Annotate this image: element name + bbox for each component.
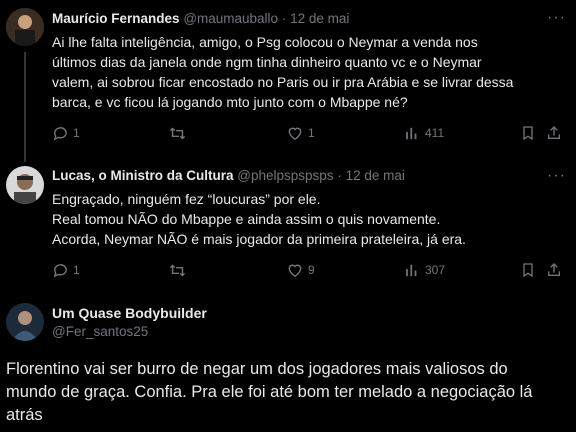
user-handle[interactable]: @Fer_santos25: [52, 324, 148, 339]
heart-icon: [288, 127, 302, 140]
tweet-text-line: Engraçado, ninguém fez “loucuras” por el…: [52, 191, 321, 207]
retweet-button[interactable]: [168, 123, 191, 143]
tweet-actions: 1 9 307: [52, 260, 562, 280]
share-button[interactable]: [546, 123, 562, 143]
tweet-header: Lucas, o Ministro da Cultura @phelpspsps…: [52, 168, 405, 183]
reply-count: 1: [73, 126, 80, 140]
tweet-text-line: valem, ai sobrou ficar encostado no Pari…: [52, 74, 514, 90]
bookmark-icon: [523, 126, 533, 141]
more-options-icon[interactable]: ···: [547, 10, 566, 26]
share-icon: [548, 263, 560, 276]
main-tweet-text: Florentino vai ser burro de negar um dos…: [6, 358, 566, 427]
avatar[interactable]: [6, 303, 44, 341]
retweet-button[interactable]: [168, 260, 191, 280]
tweet-date[interactable]: 12 de mai: [290, 11, 349, 26]
user-handle[interactable]: @phelpspspsps: [237, 168, 333, 183]
like-button[interactable]: 1: [286, 123, 315, 143]
retweet-icon: [169, 264, 186, 276]
views-button[interactable]: 307: [404, 260, 445, 280]
separator: ·: [281, 11, 287, 26]
tweet-text-line: últimos dias da janela onde ngm tinha di…: [52, 54, 482, 70]
bookmark-button[interactable]: [520, 123, 536, 143]
tweet-text-line: Florentino vai ser burro de negar um dos…: [6, 360, 508, 378]
like-button[interactable]: 9: [286, 260, 315, 280]
tweet-text-line: Real tomou NÃO do Mbappe e ainda assim o…: [52, 211, 441, 227]
retweet-icon: [169, 127, 186, 139]
tweet-1[interactable]: Maurício Fernandes @maumauballo · 12 de …: [0, 0, 576, 160]
tweet-text-line: Acorda, Neymar NÃO é mais jogador da pri…: [52, 231, 466, 247]
views-button[interactable]: 411: [404, 123, 444, 143]
views-icon: [406, 127, 417, 139]
views-icon: [406, 264, 417, 276]
views-count: 411: [425, 126, 445, 140]
like-count: 1: [308, 126, 315, 140]
display-name[interactable]: Um Quase Bodybuilder: [52, 305, 207, 321]
bookmark-button[interactable]: [520, 260, 536, 280]
reply-count: 1: [73, 263, 80, 277]
display-name[interactable]: Lucas, o Ministro da Cultura: [52, 168, 234, 183]
tweet-header: Maurício Fernandes @maumauballo · 12 de …: [52, 11, 349, 26]
tweet-text: Ai lhe falta inteligência, amigo, o Psg …: [52, 32, 557, 112]
reply-icon: [53, 126, 67, 141]
tweet-text-line: mundo de graça. Confia. Pra ele foi até …: [6, 383, 533, 401]
tweet-date[interactable]: 12 de mai: [346, 168, 405, 183]
tweet-text-line: barca, e vc ficou lá jogando mto junto c…: [52, 94, 408, 110]
tweet-actions: 1 1 411: [52, 123, 562, 143]
share-button[interactable]: [546, 260, 562, 280]
display-name[interactable]: Maurício Fernandes: [52, 11, 180, 26]
user-handle[interactable]: @maumauballo: [183, 11, 278, 26]
avatar[interactable]: [6, 8, 44, 46]
tweet-text: Engraçado, ninguém fez “loucuras” por el…: [52, 189, 557, 249]
more-options-icon[interactable]: ···: [547, 168, 566, 184]
separator: ·: [337, 168, 342, 183]
like-count: 9: [308, 263, 315, 277]
tweet-text-line: atrás: [6, 406, 43, 424]
avatar[interactable]: [6, 166, 44, 204]
reply-icon: [53, 263, 67, 278]
reply-button[interactable]: 1: [52, 123, 80, 143]
views-count: 307: [425, 263, 446, 277]
reply-button[interactable]: 1: [52, 260, 80, 280]
heart-icon: [288, 264, 302, 277]
tweet-text-line: Ai lhe falta inteligência, amigo, o Psg …: [52, 34, 478, 50]
tweet-2[interactable]: Lucas, o Ministro da Cultura @phelpspsps…: [0, 160, 576, 290]
share-icon: [548, 126, 560, 139]
bookmark-icon: [523, 263, 533, 278]
